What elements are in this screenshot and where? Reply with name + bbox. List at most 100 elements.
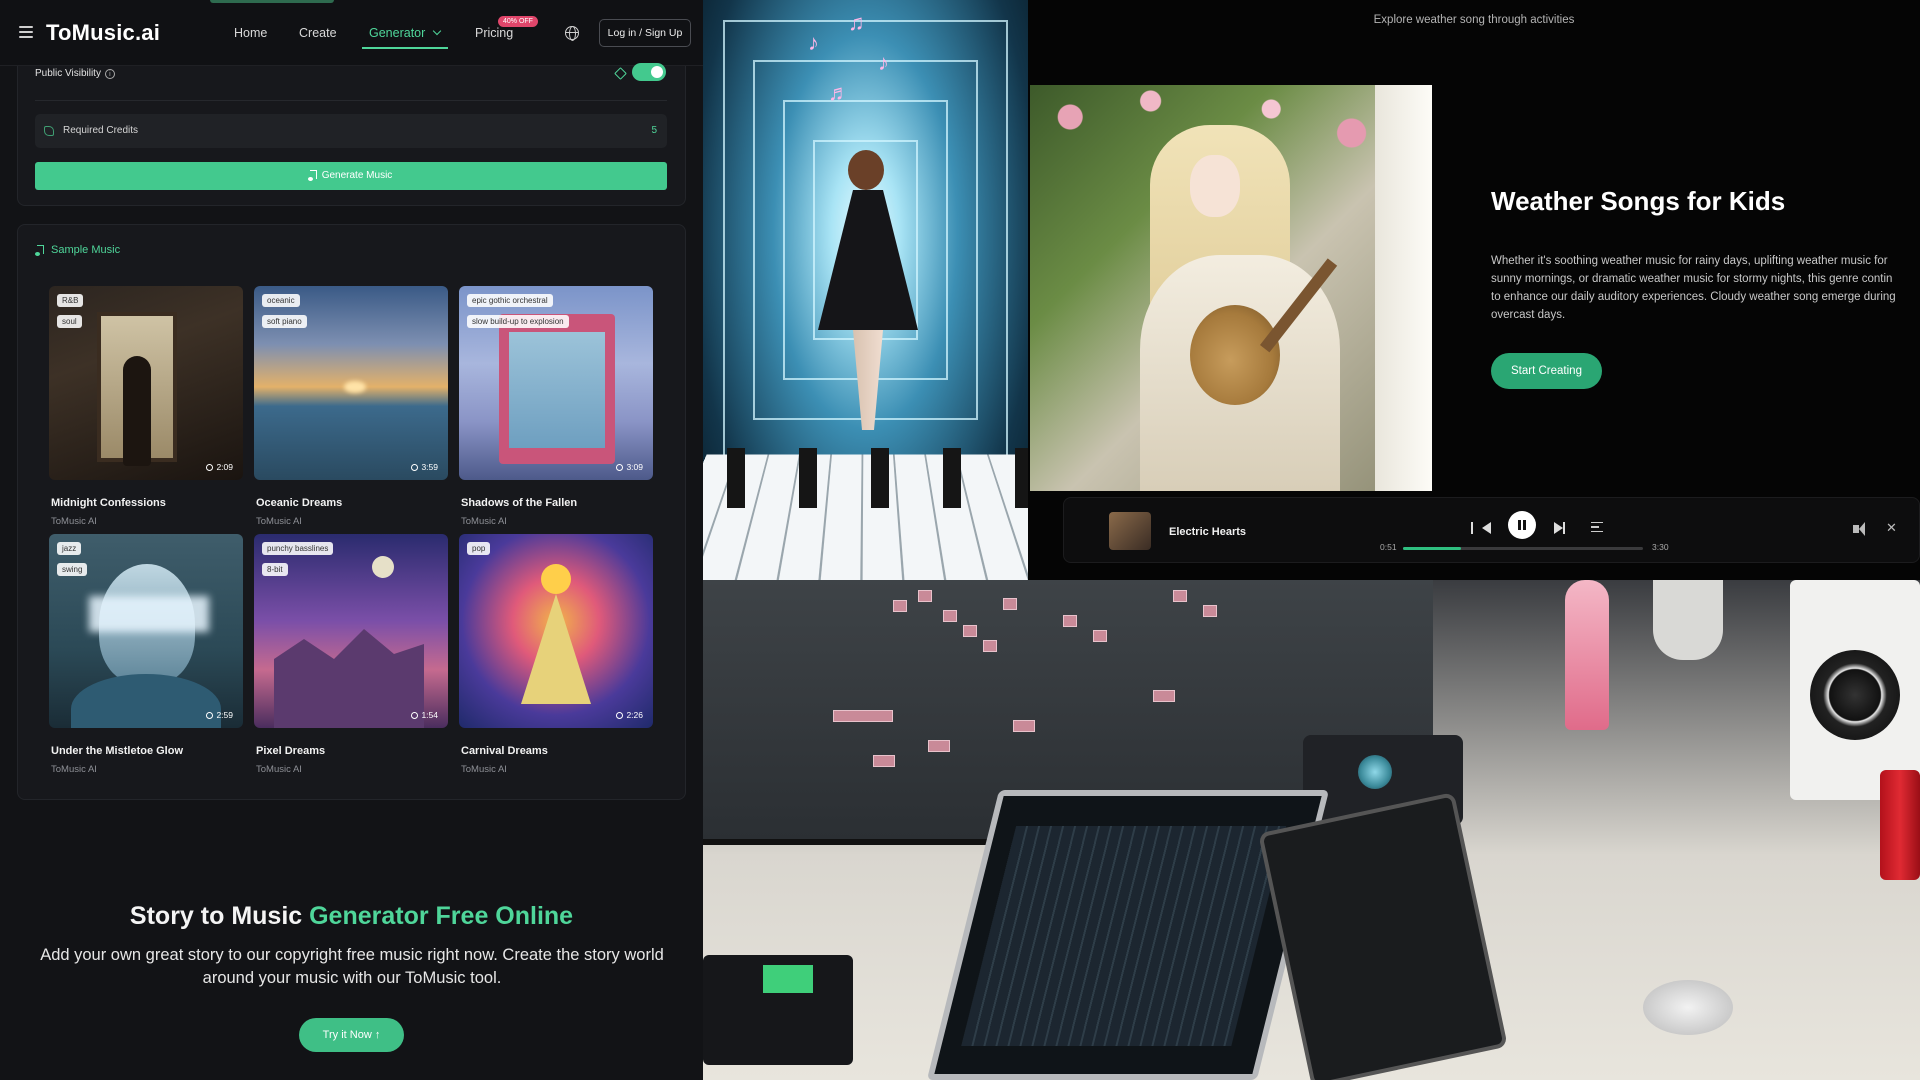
music-player: Electric Hearts 0:51 3:30 ✕ [1063,497,1920,563]
cover-ball [541,564,571,594]
player-progress-bar[interactable] [1403,547,1643,550]
start-creating-button[interactable]: Start Creating [1491,353,1602,389]
dancing-girl [818,150,918,430]
next-icon[interactable] [1554,522,1565,534]
sample-track-card[interactable]: oceanic soft piano 3:59 Oceanic Dreams T… [254,286,448,527]
track-title[interactable]: Pixel Dreams [256,745,325,757]
required-credits-value: 5 [651,125,657,136]
nav-home[interactable]: Home [234,26,267,40]
computer-mouse [1643,980,1733,1035]
girl-legs [853,330,883,430]
track-artist: ToMusic AI [256,516,302,527]
globe-icon[interactable] [565,26,579,41]
player-progress-fill [1403,547,1461,550]
public-visibility-toggle[interactable] [632,63,666,81]
clock-icon [411,464,419,471]
try-it-now-button[interactable]: Try it Now ↑ [299,1018,404,1052]
track-cover[interactable]: punchy basslines 8-bit 1:54 [254,534,448,728]
generate-music-button[interactable]: Generate Music [35,162,667,190]
clock-icon [411,712,419,719]
clock-icon [206,464,214,471]
track-artist: ToMusic AI [461,764,507,775]
track-duration-text: 2:26 [626,710,643,720]
pause-icon[interactable] [1508,511,1536,539]
track-artist: ToMusic AI [256,764,302,775]
pillar [1375,85,1432,491]
volume-icon[interactable] [1853,522,1865,536]
cta-heading-a: Story to Music [129,902,310,930]
track-title[interactable]: Oceanic Dreams [256,497,342,509]
player-elapsed: 0:51 [1380,542,1397,552]
track-tag: jazz [57,542,82,555]
track-artist: ToMusic AI [461,516,507,527]
weather-desc-line: sunny mornings, or dramatic weather musi… [1491,273,1893,285]
midi-note [1173,590,1187,602]
track-cover[interactable]: R&B soul 2:09 [49,286,243,480]
midi-note [833,710,893,722]
track-cover[interactable]: pop 2:26 [459,534,653,728]
queue-icon[interactable] [1591,522,1603,532]
nav-active-indicator [362,47,448,49]
clock-icon [206,712,214,719]
required-credits-box: Required Credits 5 [35,114,667,148]
previous-icon[interactable] [1471,522,1491,534]
cover-cliff [274,629,424,728]
note-glyph: ♪ [808,30,819,55]
track-title[interactable]: Midnight Confessions [51,497,166,509]
nav-generator[interactable]: Generator [369,26,442,40]
menu-icon[interactable] [19,26,33,38]
music-note-icon [35,245,44,256]
track-title[interactable]: Carnival Dreams [461,745,548,757]
cover-body [71,674,221,728]
weather-description: Whether it's soothing weather music for … [1491,252,1920,324]
player-cover[interactable] [1109,512,1151,550]
note-glyph: ♪ [878,50,889,75]
track-tag: soul [57,315,82,328]
login-button[interactable]: Log in / Sign Up [599,19,691,47]
midi-note [963,625,977,637]
midi-note [1013,720,1035,732]
weather-desc-line: to enhance our daily auditory experience… [1491,291,1896,303]
nav-pricing[interactable]: Pricing [475,26,513,40]
track-artist: ToMusic AI [51,764,97,775]
credits-icon [44,126,54,136]
cover-sun [344,381,366,393]
midi-note [943,610,957,622]
track-tag: soft piano [262,315,307,328]
track-duration-text: 2:09 [216,462,233,472]
elf-face [1190,155,1240,217]
public-visibility-row: Public Visibility i [35,68,115,79]
sample-track-card[interactable]: punchy basslines 8-bit 1:54 Pixel Dreams… [254,534,448,775]
elf-lute-image [1030,85,1432,491]
clock-icon [616,712,624,719]
sample-track-card[interactable]: pop 2:26 Carnival Dreams ToMusic AI [459,534,653,775]
nav-create[interactable]: Create [299,26,337,40]
track-cover[interactable]: jazz swing 2:59 [49,534,243,728]
cover-glow [89,596,209,632]
site-logo[interactable]: ToMusic.ai [46,20,160,46]
midi-note [1003,598,1017,610]
info-icon[interactable]: i [104,69,115,79]
track-cover[interactable]: epic gothic orchestral slow build-up to … [459,286,653,480]
player-total: 3:30 [1652,542,1669,552]
midi-controller [703,955,853,1065]
generator-panel: ToMusic.ai Home Create Generator Pricing… [0,0,703,1080]
close-icon[interactable]: ✕ [1886,520,1897,536]
track-title[interactable]: Under the Mistletoe Glow [51,745,183,757]
cover-tank [499,314,615,464]
midi-note [918,590,932,602]
required-credits-label: Required Credits [63,125,139,136]
midi-note [983,640,997,652]
sample-track-card[interactable]: R&B soul 2:09 Midnight Confessions ToMus… [49,286,243,527]
track-tag: R&B [57,294,84,307]
sample-music-title: Sample Music [51,244,121,256]
sample-track-card[interactable]: jazz swing 2:59 Under the Mistletoe Glow… [49,534,243,775]
sample-track-card[interactable]: epic gothic orchestral slow build-up to … [459,286,653,527]
track-title[interactable]: Shadows of the Fallen [461,497,577,509]
girl-dress [818,190,918,330]
track-cover[interactable]: oceanic soft piano 3:59 [254,286,448,480]
top-nav-bar: ToMusic.ai Home Create Generator Pricing… [0,0,703,66]
track-tag: pop [467,542,491,555]
piano-girl-image: ♪ ♫ ♪ ♬ [703,0,1028,580]
track-duration: 1:54 [411,710,438,720]
